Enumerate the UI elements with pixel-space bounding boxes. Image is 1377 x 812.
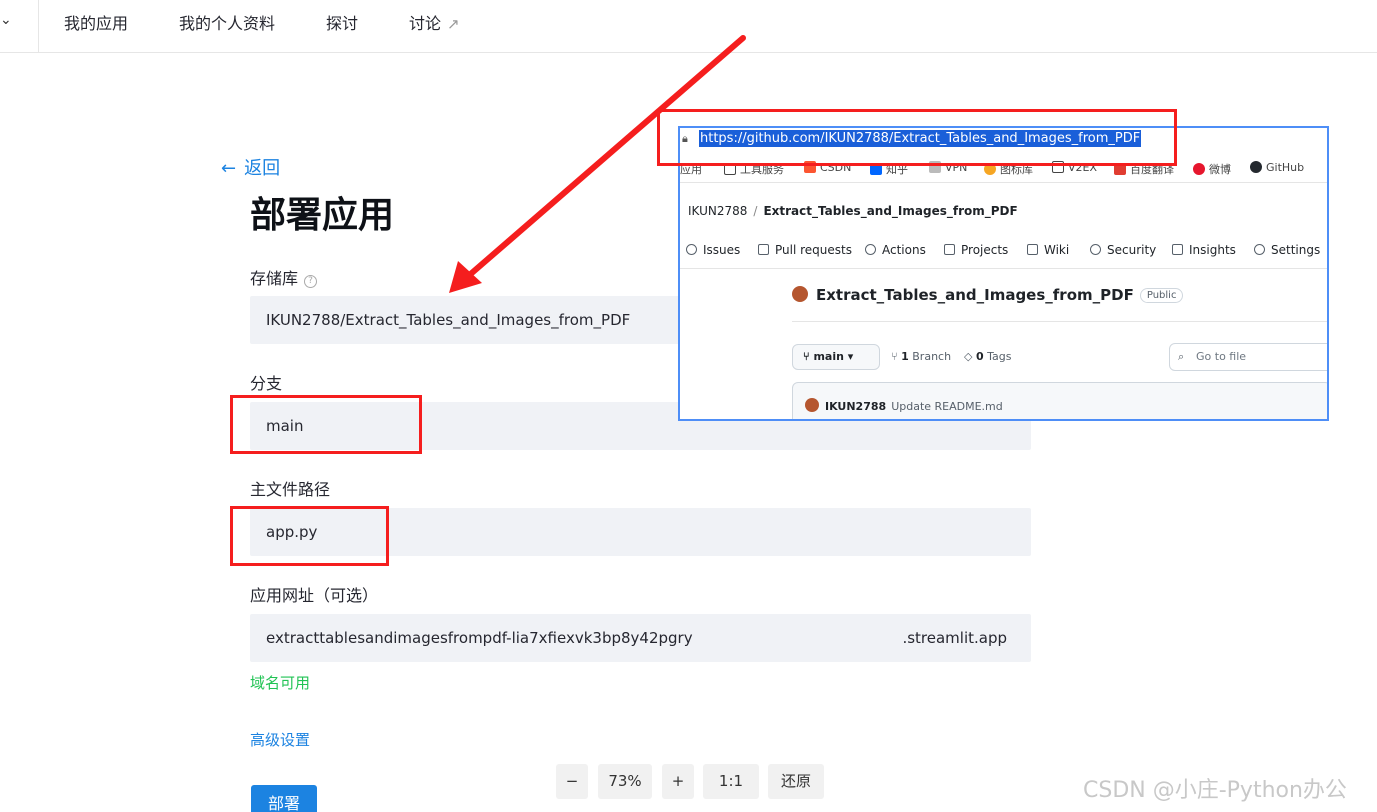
- divider: [680, 182, 1327, 183]
- play-icon: [865, 244, 876, 255]
- annotation-box-branch: [230, 395, 422, 454]
- branch-label: 分支: [250, 374, 283, 393]
- nav-divider: [38, 0, 39, 53]
- arrow-left-icon: ←: [221, 158, 237, 179]
- public-badge: Public: [1139, 288, 1184, 303]
- shield-icon: [1090, 244, 1101, 255]
- domain-status: 域名可用: [250, 674, 311, 692]
- zoom-in-button[interactable]: +: [662, 764, 694, 799]
- branch-icon: ⑂: [803, 350, 814, 363]
- back-link[interactable]: ← 返回: [221, 154, 280, 180]
- latest-commit: IKUN2788 Update README.md: [792, 382, 1327, 419]
- pull-request-icon: [758, 244, 769, 255]
- gear-icon: [1254, 244, 1265, 255]
- restore-button[interactable]: 还原: [768, 764, 824, 799]
- divider: [792, 321, 1327, 322]
- tab-insights: Insights: [1172, 243, 1236, 257]
- commit-row: IKUN2788 Update README.md: [805, 398, 1003, 413]
- page-title: 部署应用: [250, 195, 395, 236]
- nav-item-explore[interactable]: 探讨: [326, 10, 358, 34]
- tab-security: Security: [1090, 243, 1156, 257]
- nav-item-discuss[interactable]: 讨论 ↗: [409, 10, 460, 34]
- search-icon: ⌕: [1178, 350, 1185, 363]
- top-nav: ⌄ 我的应用 我的个人资料 探讨 讨论 ↗: [0, 0, 1377, 53]
- avatar: [805, 398, 819, 412]
- advanced-settings-link[interactable]: 高级设置: [250, 729, 310, 750]
- app-url-label: 应用网址（可选）: [250, 586, 379, 605]
- breadcrumb-owner: IKUN2788: [688, 204, 748, 218]
- external-link-icon: ↗: [447, 15, 460, 33]
- chevron-down-icon[interactable]: ⌄: [0, 12, 16, 30]
- tag-count: ◇ 0 Tags: [964, 350, 1012, 363]
- weibo-icon: [1193, 163, 1205, 175]
- nav-item-my-profile[interactable]: 我的个人资料: [179, 10, 275, 34]
- nav-item-my-apps[interactable]: 我的应用: [64, 10, 128, 34]
- nav-item-discuss-label: 讨论: [409, 14, 442, 33]
- breadcrumb-repo: Extract_Tables_and_Images_from_PDF: [763, 204, 1018, 218]
- branch-name: main: [813, 350, 844, 363]
- app-url-input[interactable]: extracttablesandimagesfrompdf-lia7xfiexv…: [250, 614, 1031, 662]
- book-icon: [1027, 244, 1038, 255]
- tab-issues: Issues: [686, 243, 740, 257]
- zoom-out-button[interactable]: −: [556, 764, 588, 799]
- github-icon: [1250, 161, 1262, 173]
- repo-label: 存储库?: [250, 265, 318, 289]
- bookmark-item: GitHub: [1250, 161, 1304, 174]
- issues-icon: [686, 244, 697, 255]
- actual-size-button[interactable]: 1:1: [703, 764, 759, 799]
- chevron-down-icon: ▾: [843, 350, 854, 363]
- github-screenshot-inset: 🔒︎ https://github.com/IKUN2788/Extract_T…: [678, 126, 1329, 421]
- app-url-suffix: .streamlit.app: [902, 629, 1007, 647]
- breadcrumb: IKUN2788/Extract_Tables_and_Images_from_…: [688, 204, 1018, 218]
- branch-count: ⑂ 1 Branch: [891, 350, 952, 363]
- tab-actions: Actions: [865, 243, 926, 257]
- back-label: 返回: [244, 158, 281, 179]
- tab-pull-requests: Pull requests: [758, 243, 852, 257]
- repo-tabs: Issues Pull requests Actions Projects Wi…: [680, 240, 1327, 262]
- help-icon[interactable]: ?: [304, 275, 318, 288]
- go-to-file-input: ⌕ Go to file: [1169, 343, 1327, 371]
- deploy-button[interactable]: 部署: [251, 785, 317, 812]
- graph-icon: [1172, 244, 1183, 255]
- watermark: CSDN @小庄-Python办公: [1083, 778, 1347, 803]
- avatar: [792, 286, 808, 302]
- repo-label-text: 存储库: [250, 269, 299, 288]
- zoom-level: 73%: [598, 764, 652, 799]
- tab-wiki: Wiki: [1027, 243, 1069, 257]
- tab-projects: Projects: [944, 243, 1008, 257]
- main-file-label: 主文件路径: [250, 480, 331, 499]
- divider: [680, 268, 1327, 269]
- annotation-box-main-file: [230, 506, 389, 566]
- branch-select: ⑂ main ▾: [792, 344, 880, 370]
- app-url-value: extracttablesandimagesfrompdf-lia7xfiexv…: [266, 629, 693, 647]
- annotation-box-url: [657, 109, 1177, 166]
- tab-settings: Settings: [1254, 243, 1320, 257]
- repo-title: Extract_Tables_and_Images_from_PDF Public: [792, 286, 1184, 304]
- table-icon: [944, 244, 955, 255]
- bookmark-item: 微博: [1193, 161, 1231, 177]
